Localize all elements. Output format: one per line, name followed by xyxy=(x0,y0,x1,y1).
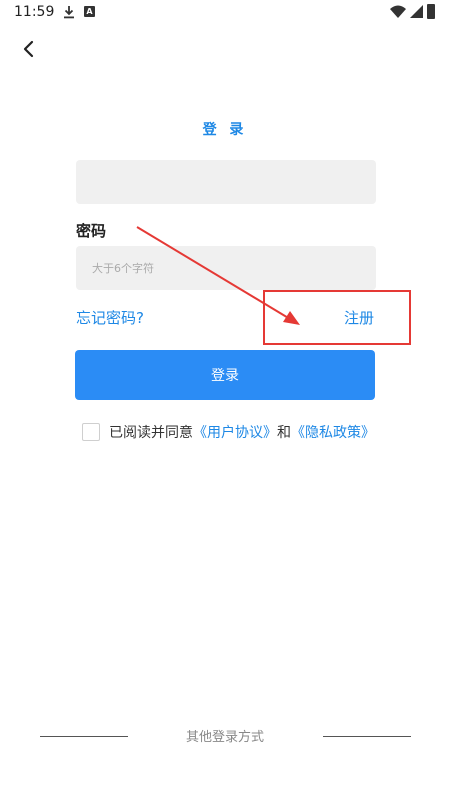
agreement-conjunction: 和 xyxy=(277,425,291,441)
wifi-icon xyxy=(390,5,406,18)
agreement-prefix: 已阅读并同意 xyxy=(109,425,193,441)
privacy-policy-link[interactable]: 《隐私政策》 xyxy=(291,422,375,442)
login-button[interactable]: 登录 xyxy=(75,350,375,400)
status-time: 11:59 xyxy=(14,4,55,20)
notification-a-icon: A xyxy=(84,6,95,17)
chevron-left-icon[interactable] xyxy=(16,36,42,62)
username-input[interactable] xyxy=(76,160,376,204)
download-icon xyxy=(64,6,74,19)
status-bar: 11:59 A xyxy=(0,0,450,26)
password-label: 密码 xyxy=(76,222,107,240)
forgot-password-link[interactable]: 忘记密码? xyxy=(76,307,144,328)
battery-icon xyxy=(427,4,435,19)
agreement-row: 已阅读并同意 《用户协议》 和 《隐私政策》 xyxy=(82,422,375,442)
agreement-checkbox[interactable] xyxy=(82,423,100,441)
divider-right xyxy=(323,736,411,737)
signal-icon xyxy=(410,5,423,18)
other-login-section: 其他登录方式 xyxy=(0,726,450,746)
user-agreement-link[interactable]: 《用户协议》 xyxy=(193,422,277,442)
annotation-highlight-box xyxy=(263,290,411,345)
page-title: 登 录 xyxy=(202,122,248,138)
password-input[interactable] xyxy=(76,246,376,290)
